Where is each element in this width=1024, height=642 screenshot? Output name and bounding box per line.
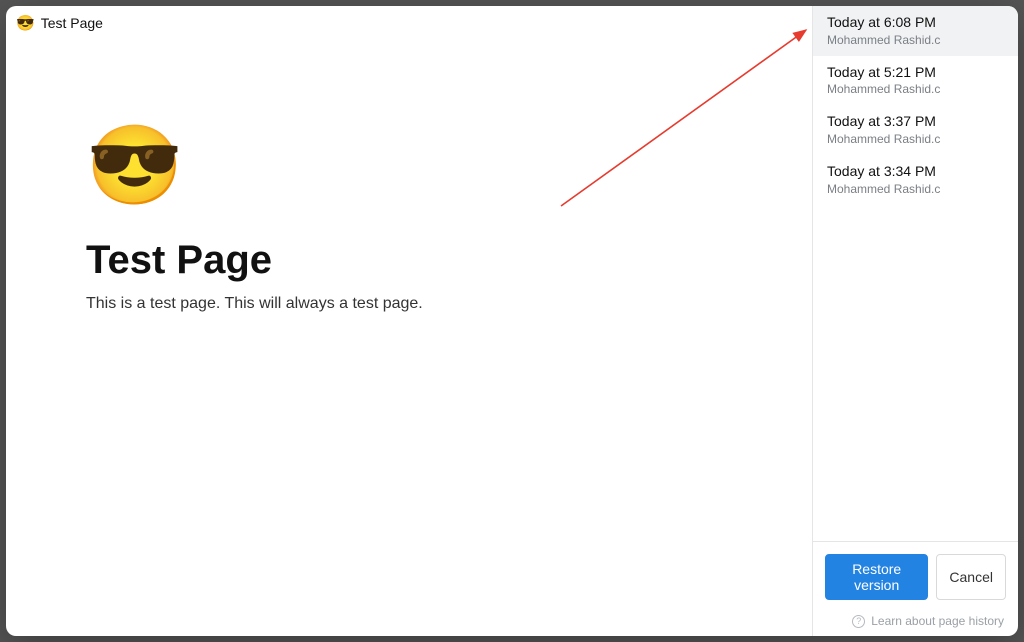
version-time: Today at 3:34 PM <box>827 163 1004 181</box>
version-author: Mohammed Rashid.c <box>827 131 1004 147</box>
version-item[interactable]: Today at 5:21 PMMohammed Rashid.c <box>813 56 1018 106</box>
help-text: Learn about page history <box>871 614 1004 628</box>
cancel-button[interactable]: Cancel <box>936 554 1006 600</box>
page-title: Test Page <box>86 238 732 283</box>
version-time: Today at 5:21 PM <box>827 64 1004 82</box>
page-body-text: This is a test page. This will always a … <box>86 295 732 313</box>
page-history-dialog: 😎 Test Page 😎 Test Page This is a test p… <box>6 6 1018 636</box>
page-icon-small: 😎 <box>16 14 35 32</box>
version-author: Mohammed Rashid.c <box>827 32 1004 48</box>
version-item[interactable]: Today at 3:37 PMMohammed Rashid.c <box>813 105 1018 155</box>
version-author: Mohammed Rashid.c <box>827 81 1004 97</box>
version-item[interactable]: Today at 6:08 PMMohammed Rashid.c <box>813 6 1018 56</box>
breadcrumb-title: Test Page <box>41 15 103 31</box>
restore-button[interactable]: Restore version <box>825 554 928 600</box>
page-content: 😎 Test Page This is a test page. This wi… <box>6 36 812 313</box>
breadcrumb: 😎 Test Page <box>6 6 812 36</box>
help-icon: ? <box>852 615 865 628</box>
version-time: Today at 3:37 PM <box>827 113 1004 131</box>
help-link[interactable]: ? Learn about page history <box>825 614 1006 628</box>
version-time: Today at 6:08 PM <box>827 14 1004 32</box>
version-item[interactable]: Today at 3:34 PMMohammed Rashid.c <box>813 155 1018 205</box>
version-sidebar: Today at 6:08 PMMohammed Rashid.cToday a… <box>812 6 1018 636</box>
button-row: Restore version Cancel <box>825 554 1006 600</box>
page-icon: 😎 <box>86 126 732 204</box>
dialog-body: 😎 Test Page 😎 Test Page This is a test p… <box>6 6 1018 636</box>
sidebar-footer: Restore version Cancel ? Learn about pag… <box>813 541 1018 636</box>
version-list: Today at 6:08 PMMohammed Rashid.cToday a… <box>813 6 1018 541</box>
version-author: Mohammed Rashid.c <box>827 181 1004 197</box>
page-preview: 😎 Test Page 😎 Test Page This is a test p… <box>6 6 812 636</box>
